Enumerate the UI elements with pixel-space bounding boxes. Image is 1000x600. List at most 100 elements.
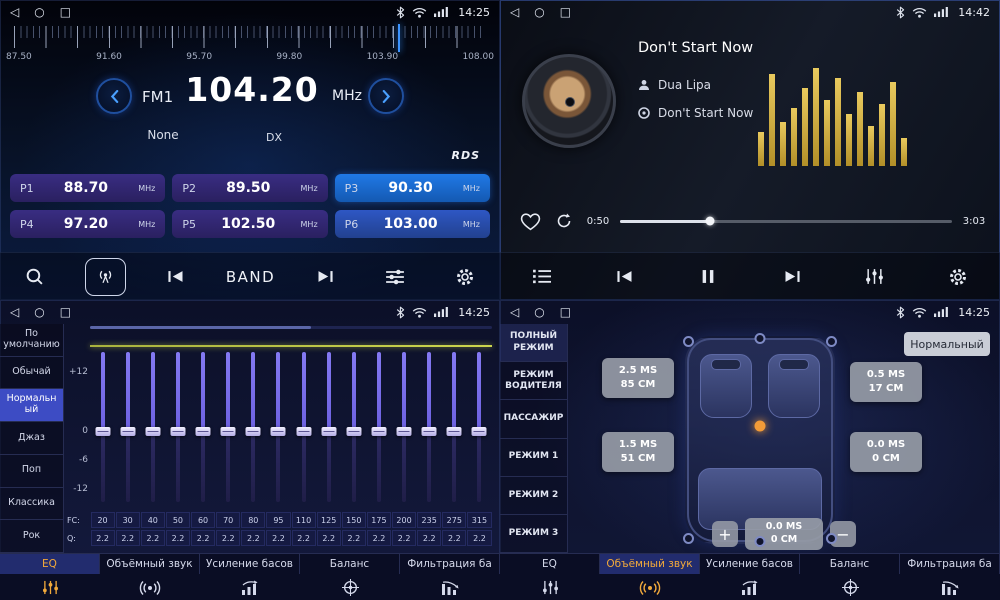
eq-band[interactable]	[417, 352, 442, 502]
eq-slider-handle[interactable]	[422, 427, 437, 436]
delay-rear-left[interactable]: 1.5 MS 51 CM	[602, 432, 674, 472]
next-station-button[interactable]	[305, 258, 345, 296]
bass-boost-tab-icon[interactable]	[700, 574, 800, 600]
eq-preset-item[interactable]: Поп	[0, 455, 63, 488]
delay-front-right[interactable]: 0.5 MS 17 CM	[850, 362, 922, 402]
eq-slider-handle[interactable]	[321, 427, 336, 436]
delay-increase-button[interactable]: +	[712, 521, 738, 547]
eq-preset-item[interactable]: По умолчанию	[0, 324, 63, 357]
eq-preset-item[interactable]: Рок	[0, 520, 63, 553]
eq-slider-handle[interactable]	[296, 427, 311, 436]
balance-tab-icon[interactable]	[800, 574, 900, 600]
eq-band[interactable]	[366, 352, 391, 502]
audio-tab[interactable]: Усиление басов	[700, 554, 800, 574]
eq-band[interactable]	[140, 352, 165, 502]
preset-button[interactable]: P3 90.30 MHz	[335, 174, 490, 202]
delay-rear-right[interactable]: 0.0 MS 0 CM	[850, 432, 922, 472]
eq-slider-handle[interactable]	[371, 427, 386, 436]
recents-icon[interactable]: □	[60, 6, 71, 18]
home-icon[interactable]: ○	[34, 306, 44, 318]
eq-band[interactable]	[165, 352, 190, 502]
eq-band[interactable]	[392, 352, 417, 502]
audio-tab[interactable]: Баланс	[800, 554, 900, 574]
progress-handle[interactable]	[705, 217, 714, 226]
eq-band[interactable]	[90, 352, 115, 502]
tune-up-button[interactable]	[368, 78, 404, 114]
eq-band[interactable]	[266, 352, 291, 502]
sound-profile-button[interactable]: Нормальный	[904, 332, 990, 356]
listening-mode-item[interactable]: ПОЛНЫЙ РЕЖИМ	[500, 324, 567, 362]
bass-boost-tab-icon[interactable]	[200, 574, 300, 600]
home-icon[interactable]: ○	[534, 6, 544, 18]
prev-station-button[interactable]	[156, 258, 196, 296]
eq-band[interactable]	[316, 352, 341, 502]
listening-mode-item[interactable]: ПАССАЖИР	[500, 400, 567, 438]
settings-button[interactable]	[445, 258, 485, 296]
frequency-ruler[interactable]	[14, 26, 486, 48]
next-track-button[interactable]	[772, 258, 812, 296]
eq-band[interactable]	[442, 352, 467, 502]
audio-tab[interactable]: EQ	[0, 554, 100, 574]
eq-slider-handle[interactable]	[346, 427, 361, 436]
eq-slider-handle[interactable]	[145, 427, 160, 436]
eq-slider-handle[interactable]	[397, 427, 412, 436]
listening-position-dot[interactable]	[755, 420, 766, 431]
eq-band[interactable]	[291, 352, 316, 502]
passenger-seat[interactable]	[768, 354, 820, 418]
back-icon[interactable]: ◁	[510, 6, 519, 18]
eq-slider-handle[interactable]	[472, 427, 487, 436]
eq-slider-handle[interactable]	[447, 427, 462, 436]
eq-band[interactable]	[191, 352, 216, 502]
repeat-button[interactable]	[552, 209, 576, 233]
prev-track-button[interactable]	[605, 258, 645, 296]
tune-down-button[interactable]	[96, 78, 132, 114]
surround-tab-icon[interactable]	[100, 574, 200, 600]
recents-icon[interactable]: □	[560, 306, 571, 318]
preset-button[interactable]: P6 103.00 MHz	[335, 210, 490, 238]
eq-settings-button[interactable]	[855, 258, 895, 296]
eq-tab-icon[interactable]	[0, 574, 100, 600]
audio-tab[interactable]: Баланс	[300, 554, 400, 574]
preset-button[interactable]: P1 88.70 MHz	[10, 174, 165, 202]
eq-slider-handle[interactable]	[120, 427, 135, 436]
favorite-button[interactable]	[518, 209, 542, 233]
delay-front-left[interactable]: 2.5 MS 85 CM	[602, 358, 674, 398]
listening-mode-item[interactable]: РЕЖИМ 2	[500, 477, 567, 515]
recents-icon[interactable]: □	[560, 6, 571, 18]
listening-mode-item[interactable]: РЕЖИМ 3	[500, 515, 567, 553]
eq-slider-handle[interactable]	[196, 427, 211, 436]
broadcast-button[interactable]	[85, 258, 126, 296]
eq-band[interactable]	[115, 352, 140, 502]
eq-preset-item[interactable]: Джаз	[0, 422, 63, 455]
pause-button[interactable]	[688, 258, 728, 296]
filter-tab-icon[interactable]	[900, 574, 1000, 600]
eq-band[interactable]	[241, 352, 266, 502]
eq-settings-button[interactable]	[375, 258, 415, 296]
audio-tab[interactable]: Объёмный звук	[100, 554, 200, 574]
eq-slider-handle[interactable]	[271, 427, 286, 436]
listening-mode-item[interactable]: РЕЖИМ ВОДИТЕЛЯ	[500, 362, 567, 400]
settings-button[interactable]	[938, 258, 978, 296]
preset-button[interactable]: P5 102.50 MHz	[172, 210, 327, 238]
back-icon[interactable]: ◁	[510, 306, 519, 318]
listening-mode-item[interactable]: РЕЖИМ 1	[500, 439, 567, 477]
back-icon[interactable]: ◁	[10, 306, 19, 318]
audio-tab[interactable]: Фильтрация ба	[400, 554, 500, 574]
home-icon[interactable]: ○	[34, 6, 44, 18]
eq-preset-item[interactable]: Нормальный	[0, 389, 63, 422]
search-button[interactable]	[15, 258, 55, 296]
driver-seat[interactable]	[700, 354, 752, 418]
eq-slider-handle[interactable]	[95, 427, 110, 436]
audio-tab[interactable]: Усиление басов	[200, 554, 300, 574]
preset-button[interactable]: P2 89.50 MHz	[172, 174, 327, 202]
eq-scrollbar[interactable]	[90, 326, 492, 329]
eq-preset-item[interactable]: Обычай	[0, 357, 63, 390]
audio-tab[interactable]: Фильтрация ба	[900, 554, 1000, 574]
preset-button[interactable]: P4 97.20 MHz	[10, 210, 165, 238]
eq-preset-item[interactable]: Классика	[0, 488, 63, 521]
band-button[interactable]: BAND	[226, 258, 275, 296]
back-icon[interactable]: ◁	[10, 6, 19, 18]
home-icon[interactable]: ○	[534, 306, 544, 318]
eq-slider-handle[interactable]	[221, 427, 236, 436]
eq-tab-icon[interactable]	[500, 574, 600, 600]
